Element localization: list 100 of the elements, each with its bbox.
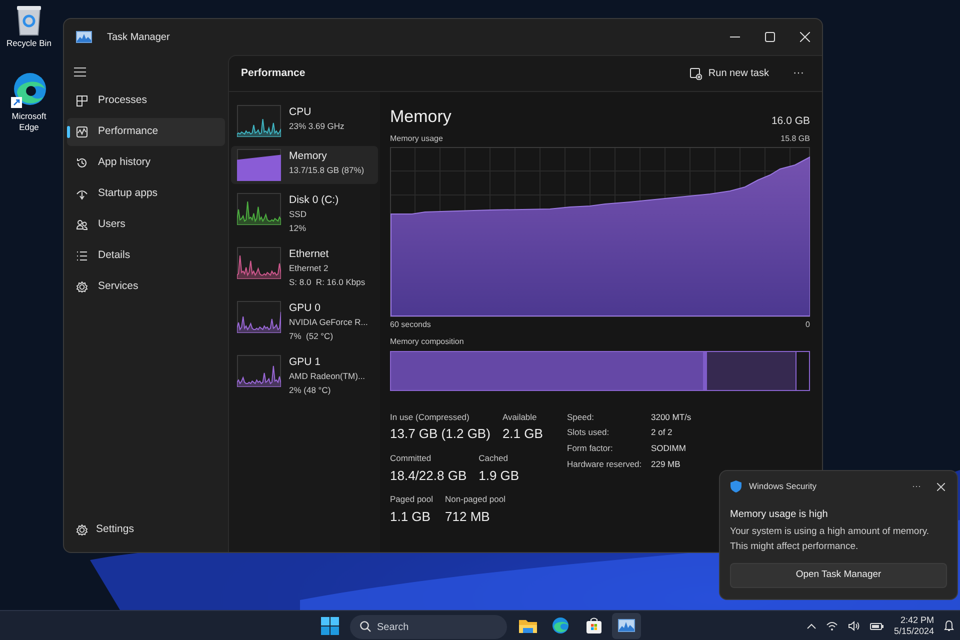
axis-label: 60 seconds xyxy=(390,318,431,330)
minimize-icon xyxy=(730,36,740,38)
history-icon xyxy=(76,157,88,169)
stat-value: 1.1 GB xyxy=(390,508,432,526)
users-icon xyxy=(76,219,88,231)
wifi-icon[interactable] xyxy=(826,620,838,630)
battery-icon[interactable] xyxy=(870,620,884,630)
device-name: Memory xyxy=(289,149,328,163)
property-value: 229 MB xyxy=(651,458,682,470)
page-title: Performance xyxy=(241,66,306,81)
start-button[interactable] xyxy=(321,616,341,636)
device-detail: 12% xyxy=(289,222,308,235)
stat-label: Available xyxy=(502,410,538,424)
chart-label: Memory composition xyxy=(390,336,465,348)
stat-label: Cached xyxy=(478,452,509,464)
window-title: Task Manager xyxy=(107,30,170,44)
startup-icon xyxy=(76,188,88,200)
property-label: Hardware reserved: xyxy=(567,458,643,470)
graph-window-icon xyxy=(76,31,92,43)
device-detail: SSD xyxy=(289,208,308,221)
graph-window-icon xyxy=(618,619,635,632)
performance-icon xyxy=(76,126,88,138)
total-memory: 16.0 GB xyxy=(771,114,810,129)
stat-value: 18.4/22.8 GB xyxy=(390,466,467,484)
processes-icon xyxy=(76,95,88,107)
device-name: GPU 0 xyxy=(289,301,322,315)
recycle-bin-icon xyxy=(15,4,43,36)
stat-label: Paged pool xyxy=(390,493,434,506)
clock-time[interactable]: 2:42 PM xyxy=(900,614,934,626)
device-detail: AMD Radeon(TM)... xyxy=(289,370,366,383)
property-value: SODIMM xyxy=(651,442,687,455)
device-name: GPU 1 xyxy=(289,355,322,369)
device-item[interactable]: Ethernet Ethernet 2 S: 8.0 R: 16.0 Kbps xyxy=(231,244,378,292)
desktop-icon-label[interactable]: Recycle Bin xyxy=(3,38,55,49)
property-value: 2 of 2 xyxy=(651,426,674,439)
stat-label: Non-paged pool xyxy=(445,493,506,506)
device-detail: 13.7/15.8 GB (87%) xyxy=(289,164,364,177)
desktop-icon-label[interactable]: Microsoft Edge xyxy=(3,111,55,133)
more-button[interactable]: ··· xyxy=(787,65,810,82)
device-name: Ethernet xyxy=(289,247,330,261)
speaker-icon[interactable] xyxy=(848,620,860,630)
maximize-icon xyxy=(764,32,774,42)
device-detail: 7% (52 °C) xyxy=(289,330,334,343)
notification-app-name: Windows Security xyxy=(749,480,817,494)
sidebar-item[interactable]: Performance xyxy=(67,118,225,146)
device-name: Disk 0 (C:) xyxy=(289,193,339,207)
search-field[interactable]: Search xyxy=(350,615,507,639)
device-detail: Ethernet 2 xyxy=(289,262,330,275)
chevron-up-icon[interactable] xyxy=(806,622,816,628)
open-task-manager-button[interactable]: Open Task Manager xyxy=(730,562,947,588)
taskbar-app-button[interactable] xyxy=(612,612,641,638)
sidebar-item[interactable]: Startup apps xyxy=(67,180,225,208)
more-button[interactable]: ··· xyxy=(912,480,921,494)
property-label: Slots used: xyxy=(567,426,610,439)
edge-icon xyxy=(11,71,47,109)
new-task-icon xyxy=(690,68,702,80)
axis-label: 0 xyxy=(806,318,810,330)
menu-button[interactable] xyxy=(74,65,88,79)
stat-value: 13.7 GB (1.2 GB) xyxy=(390,425,490,444)
stat-label: In use (Compressed) xyxy=(390,410,470,424)
stat-value: 1.9 GB xyxy=(478,466,520,484)
memory-heading: Memory xyxy=(390,106,452,128)
stat-value: 712 MB xyxy=(445,508,491,526)
device-detail: S: 8.0 R: 16.0 Kbps xyxy=(289,276,366,289)
run-new-task-button[interactable]: Run new task xyxy=(684,60,775,86)
shield-icon xyxy=(730,480,742,494)
close-icon xyxy=(800,32,810,42)
device-detail: NVIDIA GeForce R... xyxy=(289,316,368,329)
device-item[interactable]: CPU 23% 3.69 GHz xyxy=(231,102,378,140)
folder-icon xyxy=(518,618,536,633)
chart-label: Memory usage xyxy=(390,132,443,144)
notification-title: Memory usage is high xyxy=(730,508,829,522)
shopping-bag-icon xyxy=(586,617,602,634)
settings-button[interactable]: Settings xyxy=(67,516,225,544)
bell-icon[interactable] xyxy=(944,620,954,632)
chart-max-label: 15.8 GB xyxy=(780,132,810,144)
search-icon xyxy=(360,620,371,632)
settings-icon xyxy=(76,524,88,536)
stat-value: 2.1 GB xyxy=(502,425,543,444)
device-detail: 2% (48 °C) xyxy=(289,384,332,397)
stat-label: Committed xyxy=(390,452,432,464)
sidebar-item[interactable]: Details xyxy=(67,242,225,270)
sidebar-item[interactable]: Users xyxy=(67,211,225,239)
property-label: Form factor: xyxy=(567,442,614,455)
notification-message: Your system is using a high amount of memory. This might affect performance. xyxy=(730,524,930,554)
device-detail: 23% 3.69 GHz xyxy=(289,120,344,133)
sidebar-item[interactable]: Processes xyxy=(67,87,225,115)
device-item[interactable]: Disk 0 (C:) SSD 12% xyxy=(231,190,378,238)
services-icon xyxy=(76,281,88,293)
sidebar-item[interactable]: Services xyxy=(67,273,225,301)
sidebar-item[interactable]: App history xyxy=(67,149,225,177)
close-button[interactable] xyxy=(937,482,945,491)
device-item[interactable]: GPU 0 NVIDIA GeForce R... 7% (52 °C) xyxy=(231,298,378,346)
device-name: CPU xyxy=(289,105,312,119)
device-item[interactable]: Memory 13.7/15.8 GB (87%) xyxy=(231,146,378,184)
property-label: Speed: xyxy=(567,410,595,424)
edge-icon xyxy=(552,617,569,634)
clock-date[interactable]: 5/15/2024 xyxy=(894,626,934,636)
property-value: 3200 MT/s xyxy=(651,410,692,424)
device-item[interactable]: GPU 1 AMD Radeon(TM)... 2% (48 °C) xyxy=(231,352,378,400)
